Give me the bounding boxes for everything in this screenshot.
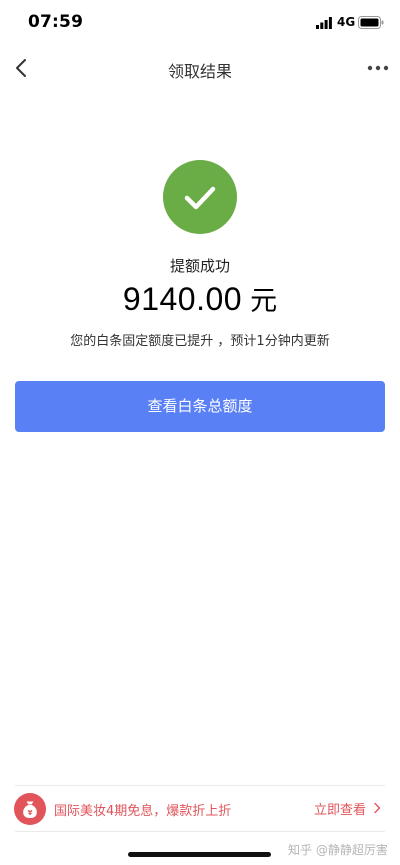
battery-icon <box>358 16 384 29</box>
divider <box>15 831 385 832</box>
nav-bar: 领取结果 <box>0 44 400 92</box>
status-time: 07:59 <box>28 12 84 32</box>
view-now-link[interactable]: 立即查看 <box>314 799 366 818</box>
money-bag-icon: ¥ <box>14 793 46 825</box>
home-indicator[interactable] <box>128 852 271 857</box>
page-title: 领取结果 <box>167 62 232 81</box>
status-bar: 07:59 4G <box>0 0 400 44</box>
promo-banner[interactable]: ¥ 国际美妆4期免息，爆款折上折 立即查看 <box>0 786 400 832</box>
amount-value: 9140.00 <box>122 281 243 317</box>
chevron-right-icon <box>374 802 381 814</box>
check-circle-icon <box>163 160 237 234</box>
network-label: 4G <box>337 15 356 29</box>
more-dots-icon[interactable] <box>364 58 392 78</box>
cellular-signal-icon <box>316 17 332 29</box>
promo-text: 国际美妆4期免息，爆款折上折 <box>54 804 232 819</box>
svg-text:¥: ¥ <box>28 809 33 817</box>
view-total-credit-button[interactable]: 查看白条总额度 <box>15 381 385 432</box>
amount-row: 9140.00 元 <box>0 279 400 318</box>
amount-unit: 元 <box>250 286 278 317</box>
watermark: 知乎 @静静超厉害 <box>288 843 388 857</box>
result-description: 您的白条固定额度已提升 ，预计1分钟内更新 <box>70 334 330 349</box>
result-title: 提额成功 <box>169 257 230 275</box>
